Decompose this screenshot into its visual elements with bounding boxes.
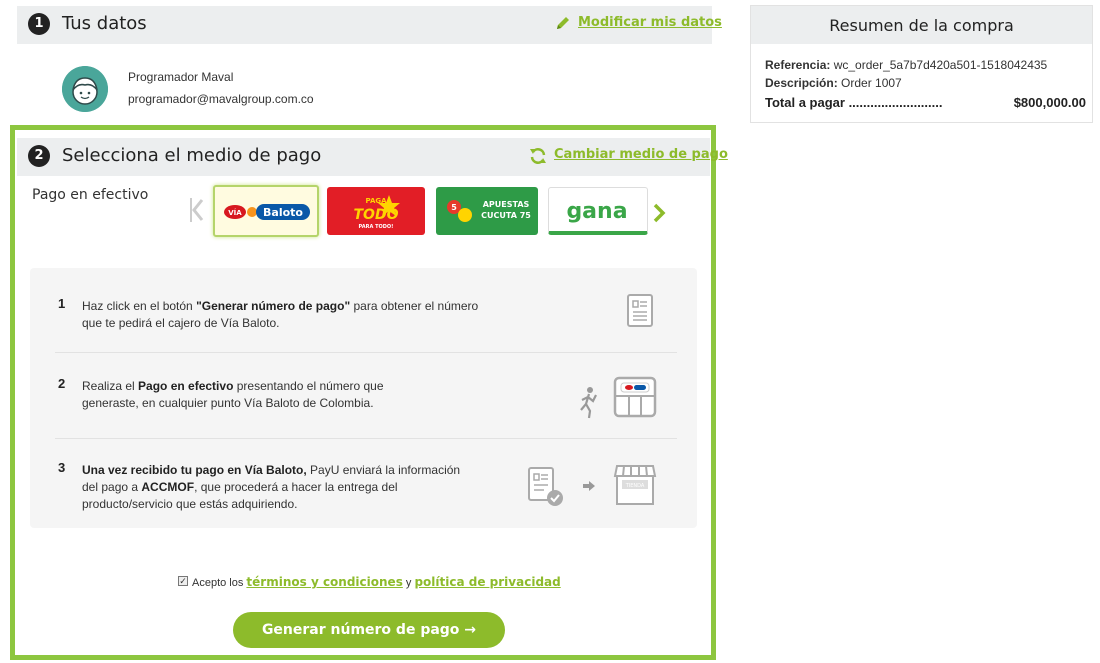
svg-text:PARA TODO!: PARA TODO! — [359, 224, 394, 230]
summary-title: Resumen de la compra — [751, 6, 1092, 44]
datos-title: Tus datos — [62, 13, 147, 34]
avatar — [62, 66, 108, 112]
terms-link[interactable]: términos y condiciones — [246, 575, 402, 589]
person-walking-icon — [580, 387, 597, 419]
terms-row: ✓ Acepto los términos y condiciones y po… — [178, 575, 561, 589]
terms-checkbox[interactable]: ✓ — [178, 576, 188, 586]
refresh-icon — [530, 148, 546, 164]
provider-pagatodo[interactable]: PAGA TODO PARA TODO! — [327, 187, 425, 235]
user-avatar-icon — [62, 66, 108, 112]
provider-apuestas-cucuta[interactable]: 5 APUESTAS CUCUTA 75 — [436, 187, 538, 235]
svg-text:APUESTAS: APUESTAS — [483, 200, 530, 209]
step-1-badge: 1 — [28, 13, 50, 35]
chevron-right-icon — [653, 203, 666, 223]
provider-gana[interactable]: gana — [548, 187, 648, 235]
step-number: 3 — [58, 460, 66, 475]
user-email: programador@mavalgroup.com.co — [128, 92, 314, 106]
step-2-badge: 2 — [28, 145, 50, 167]
apuestas-cucuta-logo-icon: 5 APUESTAS CUCUTA 75 — [447, 200, 531, 222]
store-icon: TIENDA — [613, 465, 657, 505]
divider — [55, 352, 677, 353]
via-wordmark: VÍA — [228, 208, 242, 217]
step-3-text: Una vez recibido tu pago en Vía Baloto, … — [82, 463, 461, 511]
user-name: Programador Maval — [128, 70, 234, 84]
step-1-text: Haz click en el botón "Generar número de… — [82, 299, 479, 330]
summary-description: Descripción: Order 1007 — [765, 76, 902, 90]
baloto-wordmark: Baloto — [263, 206, 303, 219]
pencil-icon — [557, 17, 569, 29]
generate-payment-number-button[interactable]: Generar número de pago → — [233, 612, 505, 648]
step-2-text: Realiza el Pago en efectivo presentando … — [82, 379, 384, 410]
carousel-next-button[interactable] — [652, 199, 668, 232]
chevron-left-icon — [190, 198, 204, 222]
provider-baloto[interactable]: Baloto VÍA — [213, 185, 319, 237]
svg-text:CUCUTA 75: CUCUTA 75 — [481, 211, 531, 220]
svg-text:PAGA: PAGA — [365, 197, 387, 205]
store-label: TIENDA — [625, 483, 645, 489]
privacy-link[interactable]: política de privacidad — [414, 575, 560, 589]
summary-reference: Referencia: wc_order_5a7b7d420a501-15180… — [765, 58, 1048, 72]
svg-text:5: 5 — [451, 203, 457, 212]
summary-box: Resumen de la compra Referencia: wc_orde… — [750, 5, 1093, 123]
payment-method-label: Pago en efectivo — [32, 187, 149, 203]
gana-logo-icon: gana — [566, 199, 627, 224]
pago-title: Selecciona el medio de pago — [62, 145, 322, 166]
edit-data-link[interactable]: Modificar mis datos — [578, 15, 722, 30]
arrow-right-icon — [583, 481, 595, 491]
store-baloto-icon — [613, 376, 657, 418]
pagatodo-logo-icon: PAGA TODO PARA TODO! — [354, 195, 400, 230]
step-number: 2 — [58, 376, 66, 391]
divider — [55, 438, 677, 439]
receipt-icon — [627, 294, 653, 327]
change-method-link[interactable]: Cambiar medio de pago — [554, 147, 728, 162]
svg-text:gana: gana — [566, 199, 627, 224]
summary-total: Total a pagar .......................... — [765, 95, 943, 110]
carousel-prev-button[interactable] — [188, 196, 204, 230]
summary-total-value: $800,000.00 — [1013, 95, 1086, 110]
step-number: 1 — [58, 296, 66, 311]
svg-text:TODO: TODO — [354, 207, 399, 223]
baloto-logo-icon: Baloto VÍA — [224, 204, 310, 220]
receipt-check-icon — [528, 467, 563, 506]
